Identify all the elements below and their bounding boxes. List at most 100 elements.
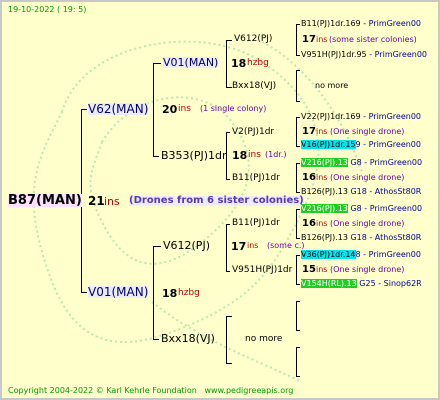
connector <box>296 101 300 102</box>
connector <box>296 376 300 377</box>
connector <box>296 117 300 118</box>
connector <box>296 117 297 146</box>
connector <box>226 316 227 363</box>
queen-g1a1-ins: 17 <box>302 34 316 45</box>
queen-g1a-note: hzbg <box>247 58 269 68</box>
queen-g2a1[interactable]: B11(PJ)1dr <box>232 219 280 228</box>
queen-g2b-note: no more <box>245 334 283 344</box>
sire-ins-value: 20 <box>162 103 178 116</box>
queen-g1b1-ins: 17 <box>302 126 316 137</box>
connector <box>296 209 300 210</box>
queen-g1a1[interactable]: V612(PJ) <box>234 35 272 44</box>
queen-g2a1-ins: 16 <box>302 218 316 229</box>
queen-g1a[interactable]: V01(MAN) <box>163 57 219 68</box>
queen-g1a2-note: no more <box>315 81 349 90</box>
queen-g1b2[interactable]: B11(PJ)1dr <box>232 174 280 183</box>
connector <box>296 347 300 348</box>
queen-g2b[interactable]: Bxx18(VJ) <box>161 333 215 344</box>
connector <box>226 179 230 180</box>
header-date-time: 19-10-2022 ( 19: 5) <box>8 5 87 14</box>
connector <box>296 163 297 192</box>
connector <box>153 246 154 339</box>
connector <box>296 255 300 256</box>
queen-g1b-note: (1dr.) <box>265 150 287 159</box>
queen-g1b-ins: 18 <box>232 149 248 162</box>
connector <box>153 63 154 156</box>
sire-ins-label: ins <box>178 104 191 114</box>
connector <box>226 224 230 225</box>
connector <box>226 271 230 272</box>
queen-g1b2-ins: 16 <box>302 172 316 183</box>
connector <box>226 224 227 271</box>
queen-g2a-note: (some c.) <box>267 241 305 250</box>
connector <box>296 70 297 101</box>
connector <box>296 301 300 302</box>
connector <box>81 292 87 293</box>
queen-g1b-ins-label: ins <box>248 150 261 160</box>
connector <box>296 330 300 331</box>
queen-g1b1-ins-label: ins <box>316 127 328 136</box>
connector <box>296 163 300 164</box>
queen-g1a-ins: 18 <box>231 57 247 70</box>
queen-g2a2-note: (One single drone) <box>330 265 405 274</box>
connector <box>226 132 230 133</box>
queen-g1a1-note: (some sister colonies) <box>329 35 417 44</box>
root-note: (Drones from 6 sister colonies) <box>129 195 304 206</box>
queen-g1b2-ins-label: ins <box>316 173 328 182</box>
connector <box>296 24 297 55</box>
queen-g2a2-ins-label: ins <box>316 265 328 274</box>
connector <box>296 301 297 330</box>
connector <box>153 339 159 340</box>
leaf-9[interactable]: V36(PJ)1dr.148 - PrimGreen00 <box>301 250 421 259</box>
queen-g2a[interactable]: V612(PJ) <box>163 240 210 251</box>
leaf-10[interactable]: V154H(RL).13 G25 - Sinop62R <box>301 279 422 288</box>
connector <box>296 209 297 238</box>
queen-g1b1[interactable]: V2(PJ)1dr <box>232 128 274 137</box>
queen-g1a1-ins-label: ins <box>316 35 328 44</box>
root-ins-value: 21 <box>88 194 105 208</box>
queen-g1b[interactable]: B353(PJ)1dr <box>161 150 227 161</box>
leaf-5[interactable]: V216(PJ).13 G8 - PrimGreen00 <box>301 158 422 167</box>
leaf-3[interactable]: V22(PJ)1dr.169 - PrimGreen00 <box>301 113 421 121</box>
connector <box>296 238 300 239</box>
site-link[interactable]: www.pedigreeapis.org <box>205 386 294 395</box>
queen-g2a1-ins-label: ins <box>316 219 328 228</box>
queen-g2a2-ins: 15 <box>302 264 316 275</box>
connector <box>296 192 300 193</box>
root-queen[interactable]: B87(MAN) <box>8 194 82 207</box>
connector <box>296 55 300 56</box>
queen-g1b2-note: (One single drone) <box>330 173 405 182</box>
queen-g1a2[interactable]: Bxx18(VJ) <box>232 82 276 91</box>
queen-g2a1-note: (One single drone) <box>330 219 405 228</box>
root-ins-label: ins <box>104 195 120 208</box>
connector <box>296 146 300 147</box>
connector <box>296 70 300 71</box>
queen-g2a-ins: 17 <box>231 240 247 253</box>
dam-queen[interactable]: V01(MAN) <box>88 286 149 298</box>
leaf-6[interactable]: B126(PJ).13 G18 - AthosSt80R <box>301 188 421 196</box>
connector <box>296 347 297 376</box>
connector <box>226 363 232 364</box>
leaf-7[interactable]: V216(PJ).13 G8 - PrimGreen00 <box>301 204 422 213</box>
sire-queen[interactable]: V62(MAN) <box>88 103 149 115</box>
queen-g2a2[interactable]: V951H(PJ)1dr <box>232 266 292 275</box>
queen-g2a-ins-label: ins <box>247 241 259 250</box>
leaf-8[interactable]: B126(PJ).13 G18 - AthosSt80R <box>301 234 421 242</box>
connector <box>296 255 297 284</box>
leaf-2[interactable]: V951H(PJ)1dr.95 - PrimGreen00 <box>301 51 427 59</box>
connector <box>296 24 300 25</box>
queen-g1b1-note: (One single drone) <box>330 127 405 136</box>
footer: Copyright 2004-2022 © Karl Kehrle Founda… <box>8 386 294 395</box>
connector <box>153 63 161 64</box>
dam-note: hzbg <box>178 288 200 298</box>
connector <box>296 284 300 285</box>
connector <box>81 109 87 110</box>
connector <box>226 316 232 317</box>
connector <box>153 156 159 157</box>
sire-note: (1 single colony) <box>200 104 267 113</box>
leaf-1[interactable]: B11(PJ)1dr.169 - PrimGreen00 <box>301 20 421 28</box>
connector <box>226 40 227 87</box>
pedigree-chart: 19-10-2022 ( 19: 5) B87(MAN) 21 ins (Dro… <box>0 0 440 400</box>
connector <box>226 40 232 41</box>
leaf-4[interactable]: V16(PJ)1dr.159 - PrimGreen00 <box>301 140 421 149</box>
